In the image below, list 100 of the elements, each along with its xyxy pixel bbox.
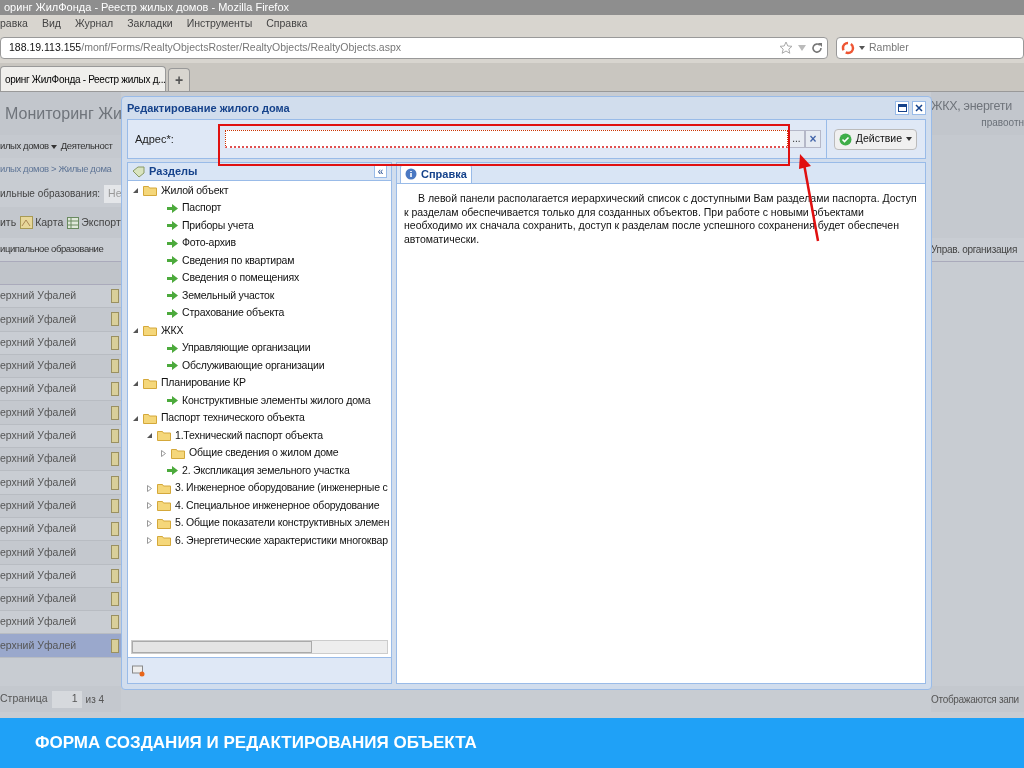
table-cell: ерхний Уфалей <box>0 521 77 537</box>
expanded-triangle-icon[interactable] <box>132 327 139 335</box>
document-icon[interactable] <box>111 568 119 583</box>
caret-icon <box>906 137 912 141</box>
search-field[interactable]: Rambler <box>836 37 1024 59</box>
tree-item[interactable]: 5. Общие показатели конструктивных элемен <box>175 515 390 532</box>
toolbar-button[interactable]: Карта <box>20 214 64 231</box>
tree-item[interactable]: Управляющие организации <box>182 340 311 357</box>
tree-item[interactable]: Конструктивные элементы жилого дома <box>182 392 371 409</box>
tree-item[interactable]: 1.Технический паспорт объекта <box>175 427 323 444</box>
document-icon[interactable] <box>111 452 119 467</box>
document-icon[interactable] <box>111 498 119 513</box>
table-cell: ерхний Уфалей <box>0 428 77 444</box>
tree-item[interactable]: Общие сведения о жилом доме <box>189 445 339 462</box>
search-engine-icon <box>841 41 855 55</box>
tree-item[interactable]: Приборы учета <box>182 217 254 234</box>
menu-item[interactable]: равка <box>0 16 28 32</box>
tree-item[interactable]: 6. Энергетические характеристики многоквар <box>175 532 388 549</box>
expanded-triangle-icon[interactable] <box>132 414 139 422</box>
tree-item[interactable]: Страхование объекта <box>182 305 285 322</box>
expanded-triangle-icon[interactable] <box>132 379 139 387</box>
table-cell: ерхний Уфалей <box>0 591 77 607</box>
tree-item[interactable]: Паспорт технического объекта <box>161 410 305 427</box>
table-row[interactable]: ерхний Уфалей <box>0 494 121 518</box>
table-row[interactable]: ерхний Уфалей <box>0 587 121 612</box>
nav-menu-item[interactable]: илых домов <box>0 139 57 154</box>
tree-item[interactable]: Паспорт <box>182 200 222 217</box>
document-icon[interactable] <box>111 638 119 653</box>
document-icon[interactable] <box>111 475 119 490</box>
toolbar-button[interactable]: ить <box>0 214 17 231</box>
tree-item[interactable]: Сведения по квартирам <box>182 252 295 269</box>
document-icon[interactable] <box>111 289 119 304</box>
document-icon[interactable] <box>111 405 119 420</box>
menu-item[interactable]: Справка <box>266 16 308 32</box>
menu-item[interactable]: Закладки <box>127 16 173 32</box>
collapsed-triangle-icon[interactable] <box>146 537 153 545</box>
tree-item[interactable]: Жилой объект <box>161 182 229 199</box>
table-cell-text: ерхний Уфалей <box>0 567 77 583</box>
expanded-triangle-icon[interactable] <box>132 187 139 195</box>
table-row[interactable]: ерхний Уфалей <box>0 308 121 332</box>
document-icon[interactable] <box>111 359 119 374</box>
address-host: 188.19.113.155 <box>9 40 82 56</box>
toolbar-button[interactable]: Экспорт <box>67 214 121 231</box>
folder-icon <box>171 447 185 459</box>
check-icon <box>838 132 852 146</box>
dialog-title: Редактирование жилого дома <box>127 100 290 116</box>
folder-icon <box>143 377 157 389</box>
address-input[interactable] <box>224 130 788 148</box>
menu-item[interactable]: Инструменты <box>186 16 253 32</box>
status-text: Отображаются запи <box>931 692 1019 707</box>
nav-menu-item[interactable]: Деятельност <box>60 139 113 154</box>
document-icon[interactable] <box>111 312 119 327</box>
tree-item[interactable]: ЖКХ <box>161 322 184 339</box>
document-icon[interactable] <box>111 522 119 537</box>
browser-tab[interactable]: оринг ЖилФонда - Реестр жилых д... <box>0 66 166 91</box>
table-cell-text: ерхний Уфалей <box>0 404 77 420</box>
expanded-triangle-icon[interactable] <box>146 432 153 440</box>
document-icon[interactable] <box>111 382 119 397</box>
tree-item[interactable]: 2. Экспликация земельного участка <box>182 462 350 479</box>
tree-item[interactable]: Сведения о помещениях <box>182 270 299 287</box>
table-row[interactable]: ерхний Уфалей <box>0 448 121 472</box>
document-icon[interactable] <box>111 592 119 606</box>
page-count: из 4 <box>85 692 105 707</box>
dropdown-icon[interactable] <box>797 44 807 52</box>
document-icon[interactable] <box>111 545 119 560</box>
menu-item[interactable]: Журнал <box>74 16 114 32</box>
collapsed-triangle-icon[interactable] <box>146 484 153 492</box>
collapsed-triangle-icon[interactable] <box>146 502 153 510</box>
table-row[interactable]: ерхний Уфалей <box>0 541 121 565</box>
pager-label: Страница <box>0 691 48 707</box>
reload-icon[interactable] <box>811 42 823 54</box>
tree-item[interactable]: Фото-архив <box>182 235 236 252</box>
menu-item[interactable]: Вид <box>41 16 61 32</box>
table-cell-text: ерхний Уфалей <box>0 381 77 397</box>
tree-item[interactable]: Земельный участок <box>182 287 275 304</box>
document-icon[interactable] <box>111 615 119 630</box>
action-button[interactable]: Действие <box>833 128 917 150</box>
arrow-icon <box>167 256 178 266</box>
tree-item[interactable]: Планирование КР <box>161 375 246 392</box>
new-tab-button[interactable]: + <box>168 68 190 91</box>
document-icon[interactable] <box>111 428 119 443</box>
scroll-thumb[interactable] <box>132 641 312 653</box>
maximize-button[interactable] <box>895 101 909 115</box>
clear-filter-icon[interactable] <box>132 664 146 677</box>
tree-item[interactable]: Обслуживающие организации <box>182 357 325 374</box>
table-cell-text: ерхний Уфалей <box>0 334 77 350</box>
collapsed-triangle-icon[interactable] <box>160 449 167 457</box>
table-row[interactable]: ерхний Уфалей <box>0 401 121 425</box>
document-icon[interactable] <box>111 335 119 350</box>
horizontal-scrollbar[interactable] <box>131 640 388 654</box>
close-button[interactable] <box>912 101 926 115</box>
address-field[interactable]: 188.19.113.155/monf/Forms/RealtyObjectsRoster/RealtyObjects/RealtyObjects.aspx <box>0 37 828 59</box>
tree-item[interactable]: 4. Специальное инженерное оборудование <box>175 497 380 514</box>
arrow-icon <box>167 466 178 476</box>
table-row[interactable]: ерхний Уфалей <box>0 354 121 379</box>
page-field[interactable]: 1 <box>51 690 82 708</box>
star-icon[interactable] <box>779 41 793 55</box>
collapsed-triangle-icon[interactable] <box>146 519 153 527</box>
caret-icon[interactable] <box>859 46 865 50</box>
tree-item[interactable]: 3. Инженерное оборудование (инженерные с <box>175 480 388 497</box>
